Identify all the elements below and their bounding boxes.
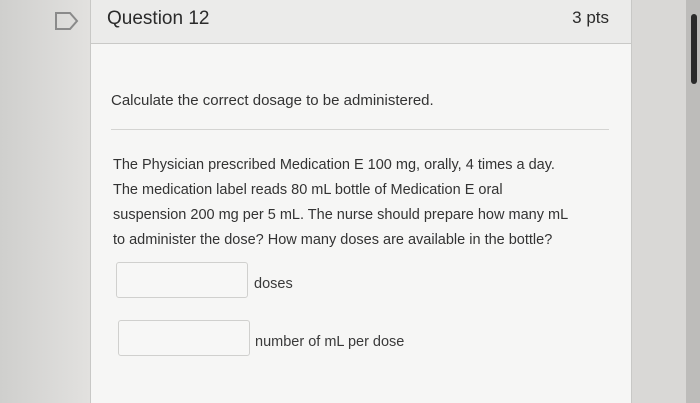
question-body-line: The medication label reads 80 mL bottle … — [113, 182, 503, 198]
divider — [111, 129, 609, 130]
question-prompt: Calculate the correct dosage to be admin… — [111, 92, 434, 109]
ml-per-dose-answer-input[interactable] — [118, 320, 250, 356]
question-points: 3 pts — [572, 8, 609, 27]
doses-answer-input[interactable] — [116, 262, 248, 298]
ml-per-dose-label: number of mL per dose — [255, 334, 405, 350]
scrollbar-track[interactable] — [686, 0, 700, 403]
question-card: Question 12 3 pts Calculate the correct … — [90, 0, 632, 403]
doses-label: doses — [254, 276, 293, 292]
left-gutter — [0, 0, 90, 403]
question-title: Question 12 — [107, 8, 210, 29]
question-body-line: The Physician prescribed Medication E 10… — [113, 157, 555, 173]
scrollbar-thumb[interactable] — [691, 14, 697, 84]
question-body: The Physician prescribed Medication E 10… — [113, 153, 613, 253]
question-body-line: to administer the dose? How many doses a… — [113, 232, 553, 248]
question-body-line: suspension 200 mg per 5 mL. The nurse sh… — [113, 207, 569, 223]
question-header: Question 12 3 pts — [91, 0, 631, 44]
flag-outline-icon[interactable] — [54, 11, 80, 31]
